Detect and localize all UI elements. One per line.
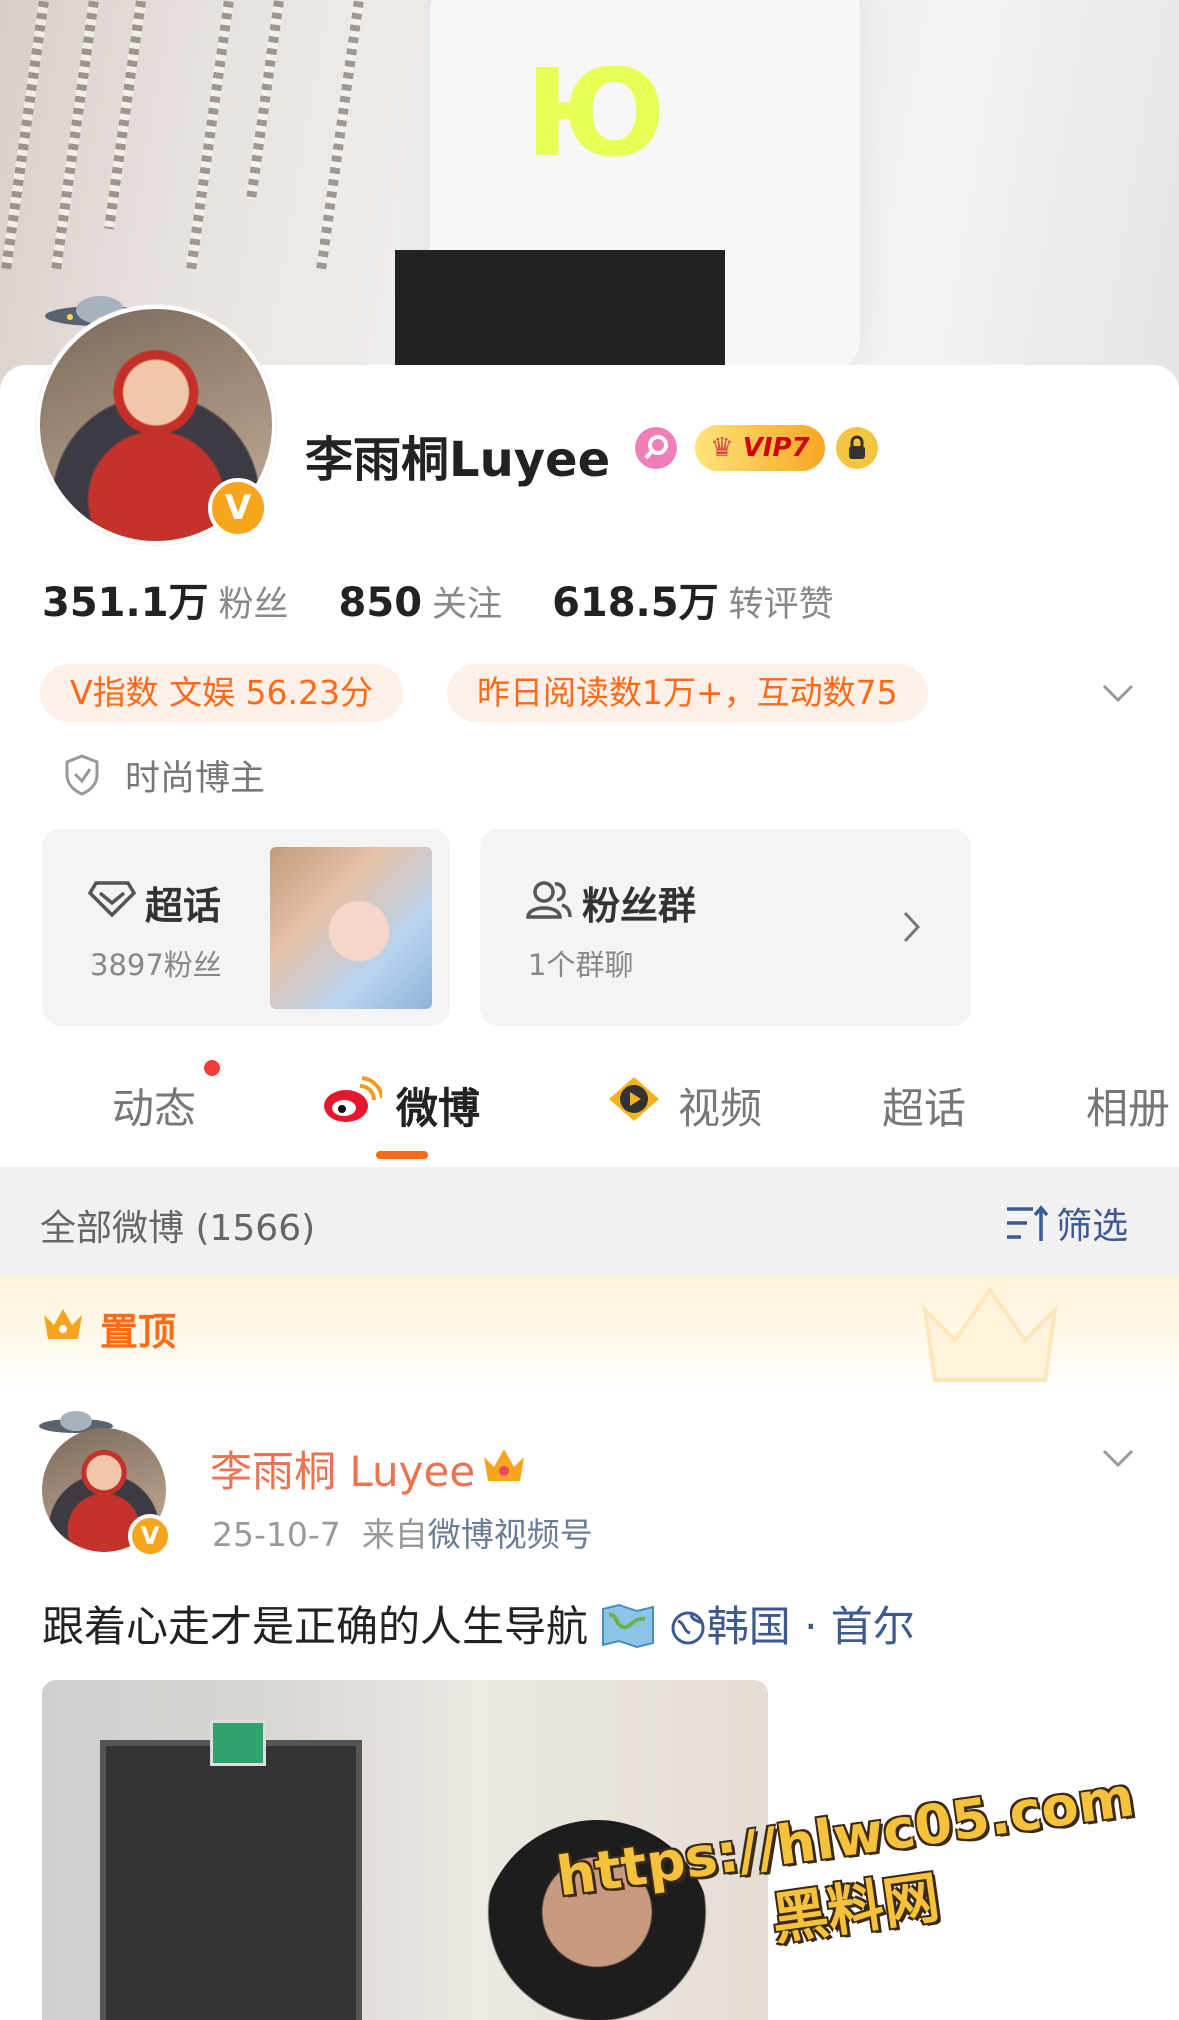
profile-name: 李雨桐Luyee	[305, 432, 611, 488]
interactions-label: 转评赞	[728, 585, 834, 625]
tab-weibo[interactable]: 微博	[396, 1075, 480, 1136]
post-text: 跟着心走才是正确的人生导航	[42, 1602, 589, 1651]
v-index-pill[interactable]: V指数 文娱 56.23分	[40, 664, 404, 722]
tassel-decoration	[186, 0, 234, 270]
globe-icon	[671, 1611, 705, 1645]
post-body: 跟着心走才是正确的人生导航 韩国 · 首尔	[42, 1593, 915, 1654]
followers-label: 粉丝	[218, 585, 289, 625]
pinned-header: 置顶	[0, 1275, 1179, 1390]
category-label: 时尚博主	[125, 759, 266, 799]
post-source-prefix: 来自	[361, 1515, 428, 1554]
super-topic-sub: 3897粉丝	[90, 948, 222, 982]
diamond-icon	[88, 881, 136, 918]
shield-icon	[65, 754, 99, 796]
verified-badge: V	[208, 478, 268, 538]
exit-sign	[210, 1720, 266, 1766]
crown-icon	[44, 1309, 82, 1339]
filter-bar: 全部微博 (1566) 筛选	[0, 1167, 1179, 1275]
active-tab-indicator	[376, 1151, 428, 1159]
following-count: 850	[338, 580, 423, 626]
location-label: 韩国 · 首尔	[706, 1602, 915, 1651]
tassel-decoration	[1, 0, 49, 270]
tassel-decoration	[316, 0, 364, 270]
vip-level-label: VIP7	[742, 433, 810, 463]
tassel-decoration	[104, 0, 146, 230]
fan-group-title: 粉丝群	[582, 884, 697, 928]
tab-album[interactable]: 相册	[1086, 1075, 1170, 1136]
tab-video[interactable]: 视频	[678, 1075, 762, 1136]
chevron-down-icon[interactable]	[1100, 680, 1136, 706]
video-channel-icon	[609, 1077, 659, 1121]
crown-icon: ♛	[710, 433, 734, 463]
stat-interactions[interactable]: 618.5万 转评赞	[552, 580, 884, 626]
filter-button[interactable]: 筛选	[1005, 1197, 1128, 1249]
all-weibo-count: 全部微博 (1566)	[40, 1208, 316, 1249]
super-topic-tile[interactable]: 超话 3897粉丝	[42, 829, 450, 1026]
super-topic-title: 超话	[145, 884, 222, 928]
pinned-label: 置顶	[100, 1310, 177, 1354]
post-menu-chevron-icon[interactable]	[1100, 1445, 1136, 1471]
vip-crown-icon	[484, 1449, 524, 1481]
tassel-decoration	[51, 0, 99, 270]
following-label: 关注	[432, 585, 503, 625]
super-topic-thumbnail	[270, 847, 432, 1009]
map-emoji-icon	[602, 1603, 655, 1649]
location-link[interactable]: 韩国 · 首尔	[669, 1602, 915, 1651]
group-icon	[526, 881, 572, 919]
filter-label: 筛选	[1056, 1206, 1129, 1247]
tab-super-topic[interactable]: 超话	[882, 1075, 966, 1136]
female-gender-icon	[635, 427, 677, 469]
stat-followers[interactable]: 351.1万 粉丝	[42, 580, 339, 626]
followers-count: 351.1万	[42, 580, 209, 626]
crown-watermark-icon	[922, 1286, 1058, 1382]
post-verified-badge: V	[128, 1514, 172, 1558]
filter-icon	[1007, 1205, 1049, 1241]
tab-feed[interactable]: 动态	[112, 1075, 196, 1136]
tassel-decoration	[246, 0, 284, 200]
interactions-count: 618.5万	[552, 580, 719, 626]
doorway	[100, 1740, 362, 2020]
post-source-link[interactable]: 微博视频号	[428, 1515, 593, 1554]
unread-dot	[204, 1060, 220, 1076]
post-author-name[interactable]: 李雨桐 Luyee	[210, 1438, 475, 1499]
fan-group-sub: 1个群聊	[528, 948, 634, 982]
shirt-print: Ю	[525, 45, 672, 184]
post-date: 25-10-7	[212, 1515, 341, 1554]
chevron-right-icon	[903, 911, 921, 943]
post-meta: 25-10-7 来自微博视频号	[212, 1508, 593, 1556]
read-stats-pill[interactable]: 昨日阅读数1万+，互动数75	[447, 664, 928, 722]
stat-following[interactable]: 850 关注	[339, 580, 553, 626]
vip-badge[interactable]: ♛ VIP7	[695, 425, 825, 471]
fan-group-tile[interactable]: 粉丝群 1个群聊	[480, 829, 971, 1026]
profile-stats: 351.1万 粉丝 850 关注 618.5万 转评赞	[42, 570, 884, 628]
weibo-logo-icon	[324, 1076, 382, 1122]
lock-badge-icon[interactable]	[836, 427, 878, 469]
